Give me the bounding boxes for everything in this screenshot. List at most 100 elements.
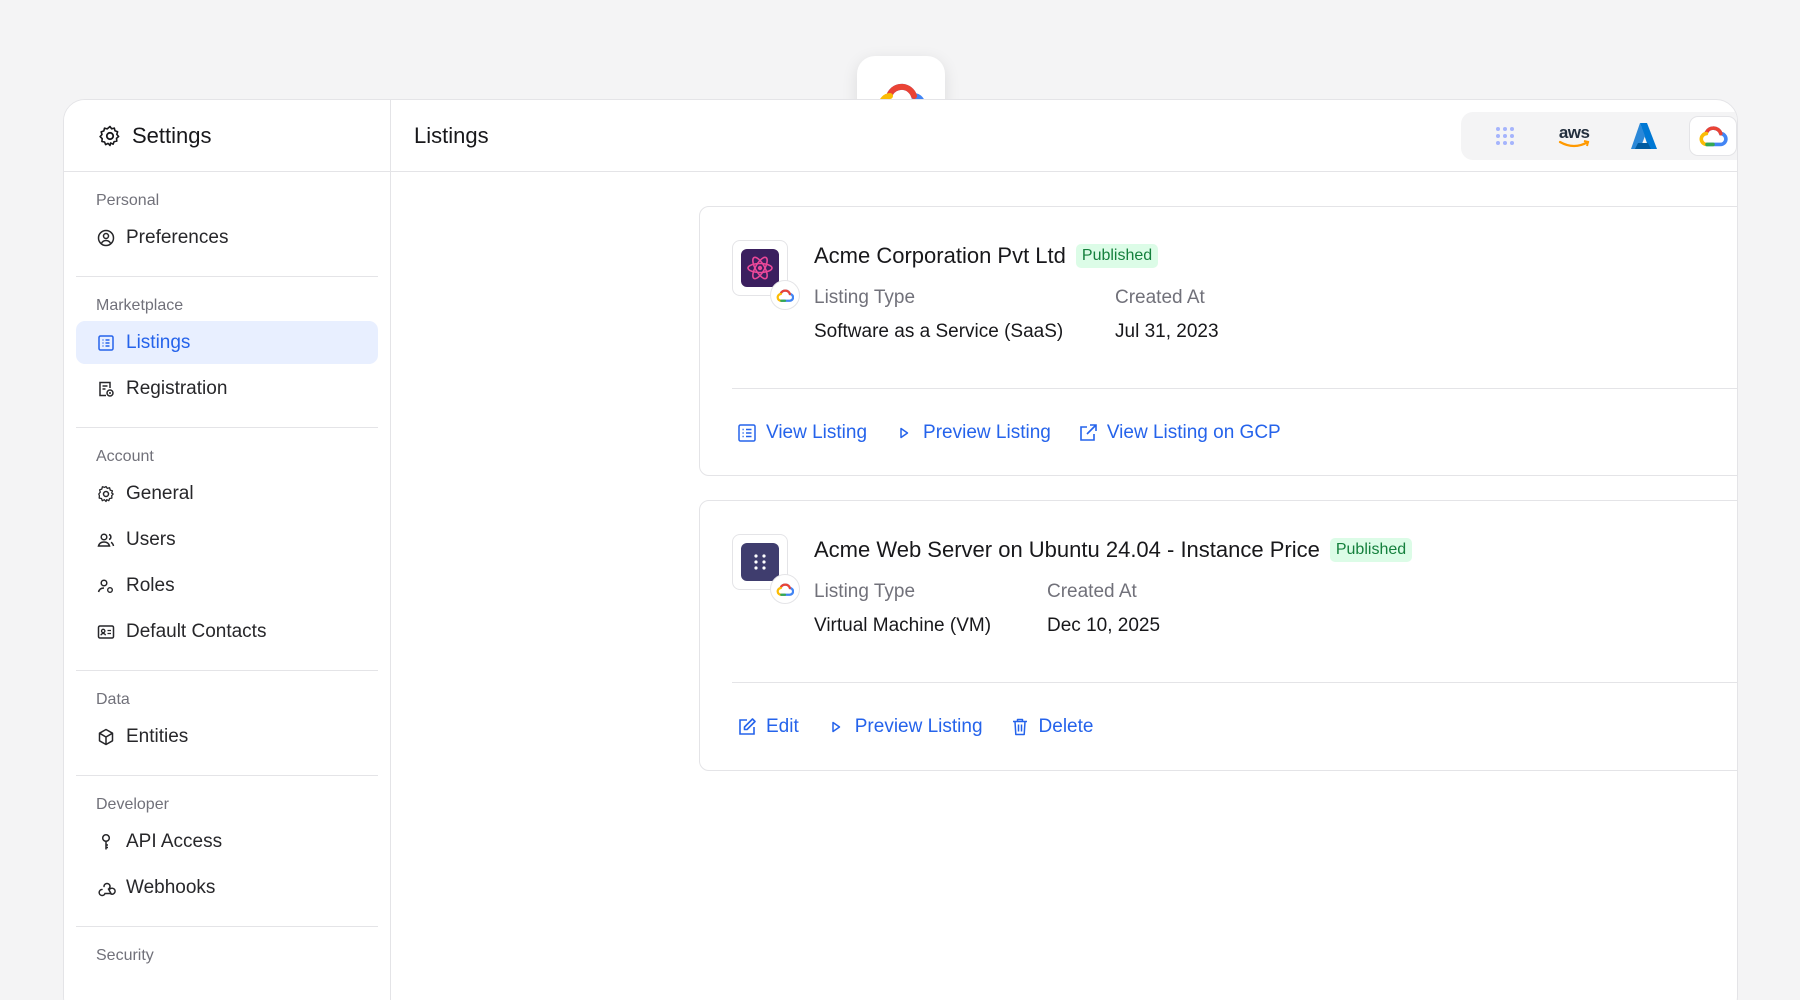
listing-card-body: Acme Web Server on Ubuntu 24.04 - Instan… (732, 501, 1737, 683)
aws-logo: aws (1558, 122, 1590, 148)
nav-group-label: Marketplace (96, 297, 184, 314)
created-at-label: Created At (1047, 581, 1137, 602)
sidebar-item-registration[interactable]: Registration (76, 367, 378, 410)
atom-icon (747, 256, 773, 280)
main-content: Listings aws Acme Corporation Pvt Ltd Pu… (391, 100, 1737, 1000)
action-label: View Listing on GCP (1106, 422, 1281, 443)
action-label: Delete (1038, 716, 1094, 737)
status-badge: Published (1075, 244, 1159, 268)
sidebar-item-label: API Access (126, 830, 223, 852)
trash-icon (1012, 718, 1027, 736)
status-badge: Published (1329, 538, 1413, 562)
cloud-switcher: aws (1461, 112, 1737, 160)
google-cloud-icon (776, 582, 794, 596)
listing-type-value: Virtual Machine (VM) (814, 615, 992, 636)
azure-tab[interactable] (1620, 116, 1667, 156)
sidebar-item-label: Listings (126, 331, 191, 353)
action-label: Preview Listing (923, 422, 1051, 443)
created-at-label: Created At (1115, 287, 1205, 308)
edit-button[interactable]: Edit (736, 716, 799, 738)
gear-icon (99, 125, 120, 146)
contact-card-icon (97, 624, 115, 639)
listing-title-row: Acme Web Server on Ubuntu 24.04 - Instan… (814, 537, 1413, 563)
all-clouds-tab[interactable] (1481, 116, 1528, 156)
aws-logo-text: aws (1558, 122, 1590, 142)
aws-tab[interactable]: aws (1550, 116, 1597, 156)
sidebar-item-roles[interactable]: Roles (76, 564, 378, 607)
preview-listing-button[interactable]: Preview Listing (893, 422, 1051, 444)
created-at-field: Created At Dec 10, 2025 (1047, 581, 1160, 637)
listing-actions: View Listing Preview Listing View Listin… (700, 389, 1737, 477)
external-link-icon (1080, 424, 1097, 441)
gear-icon (98, 485, 114, 502)
google-cloud-logo (1699, 126, 1728, 147)
server-logo-icon (741, 543, 779, 581)
webhook-icon (98, 882, 116, 896)
list-icon (738, 424, 756, 442)
sidebar-item-label: Entities (126, 725, 189, 747)
sidebar-item-api-access[interactable]: API Access (76, 820, 378, 863)
preview-listing-button[interactable]: Preview Listing (825, 716, 983, 738)
sidebar: Settings Personal Preferences Marketplac… (64, 100, 391, 1000)
cube-icon (98, 728, 114, 745)
user-circle-icon (97, 229, 115, 246)
sidebar-item-label: Registration (126, 377, 228, 399)
sidebar-item-label: General (126, 482, 194, 504)
sidebar-item-label: Preferences (126, 226, 229, 248)
google-cloud-badge (770, 574, 800, 604)
nav-group-developer: Developer API Access Webhooks (76, 776, 378, 927)
sidebar-item-label: Roles (126, 574, 175, 596)
created-at-value: Dec 10, 2025 (1047, 615, 1161, 636)
grid-dots-icon (754, 554, 766, 570)
nav-group-label: Personal (96, 192, 160, 209)
registration-icon (99, 381, 114, 397)
sidebar-item-preferences[interactable]: Preferences (76, 216, 378, 259)
list-icon (98, 334, 114, 351)
sidebar-item-users[interactable]: Users (76, 518, 378, 561)
page-title: Listings (414, 122, 489, 148)
created-at-value: Jul 31, 2023 (1115, 321, 1219, 342)
view-listing-on-gcp-button[interactable]: View Listing on GCP (1077, 422, 1281, 444)
nav-group-label: Security (96, 947, 154, 964)
users-icon (97, 532, 115, 547)
all-clouds-icon (1495, 127, 1514, 145)
atom-logo-icon (741, 249, 779, 287)
listing-card-body: Acme Corporation Pvt Ltd Published Listi… (732, 207, 1737, 389)
listing-type-label: Listing Type (814, 581, 916, 602)
play-icon (900, 427, 909, 439)
settings-window: Settings Personal Preferences Marketplac… (63, 99, 1738, 1000)
azure-logo (1630, 123, 1657, 149)
nav-group-data: Data Entities (76, 671, 378, 776)
sidebar-title: Settings (132, 122, 212, 148)
action-label: View Listing (766, 422, 868, 443)
aws-smile-icon (1559, 139, 1590, 147)
listing-type-field: Listing Type Virtual Machine (VM) (814, 581, 991, 637)
nav-group-personal: Personal Preferences (76, 172, 378, 277)
sidebar-item-entities[interactable]: Entities (76, 715, 378, 758)
sidebar-item-label: Users (126, 528, 176, 550)
listing-card: Acme Web Server on Ubuntu 24.04 - Instan… (699, 500, 1737, 771)
nav-group-security: Security (76, 927, 378, 985)
sidebar-item-label: Default Contacts (126, 620, 267, 642)
listing-type-field: Listing Type Software as a Service (SaaS… (814, 287, 1063, 343)
google-cloud-icon (776, 288, 794, 302)
listing-title-row: Acme Corporation Pvt Ltd Published (814, 243, 1159, 269)
sidebar-item-listings[interactable]: Listings (76, 321, 378, 364)
listing-type-value: Software as a Service (SaaS) (814, 321, 1064, 342)
sidebar-item-default-contacts[interactable]: Default Contacts (76, 610, 378, 653)
listing-title: Acme Web Server on Ubuntu 24.04 - Instan… (814, 537, 1320, 562)
listing-card: Acme Corporation Pvt Ltd Published Listi… (699, 206, 1737, 477)
listing-title: Acme Corporation Pvt Ltd (814, 243, 1066, 268)
nav-group-label: Developer (96, 796, 169, 813)
sidebar-item-label: Webhooks (126, 876, 216, 898)
nav-group-label: Data (96, 691, 130, 708)
sidebar-item-webhooks[interactable]: Webhooks (76, 866, 378, 909)
sidebar-item-general[interactable]: General (76, 472, 378, 515)
delete-button[interactable]: Delete (1009, 716, 1094, 738)
listing-type-label: Listing Type (814, 287, 916, 308)
nav-group-account: Account General Users Roles Default Cont… (76, 428, 378, 671)
nav-group-marketplace: Marketplace Listings Registration (76, 277, 378, 428)
view-listing-button[interactable]: View Listing (736, 422, 867, 444)
play-icon (832, 721, 840, 733)
google-cloud-tab[interactable] (1689, 116, 1737, 156)
